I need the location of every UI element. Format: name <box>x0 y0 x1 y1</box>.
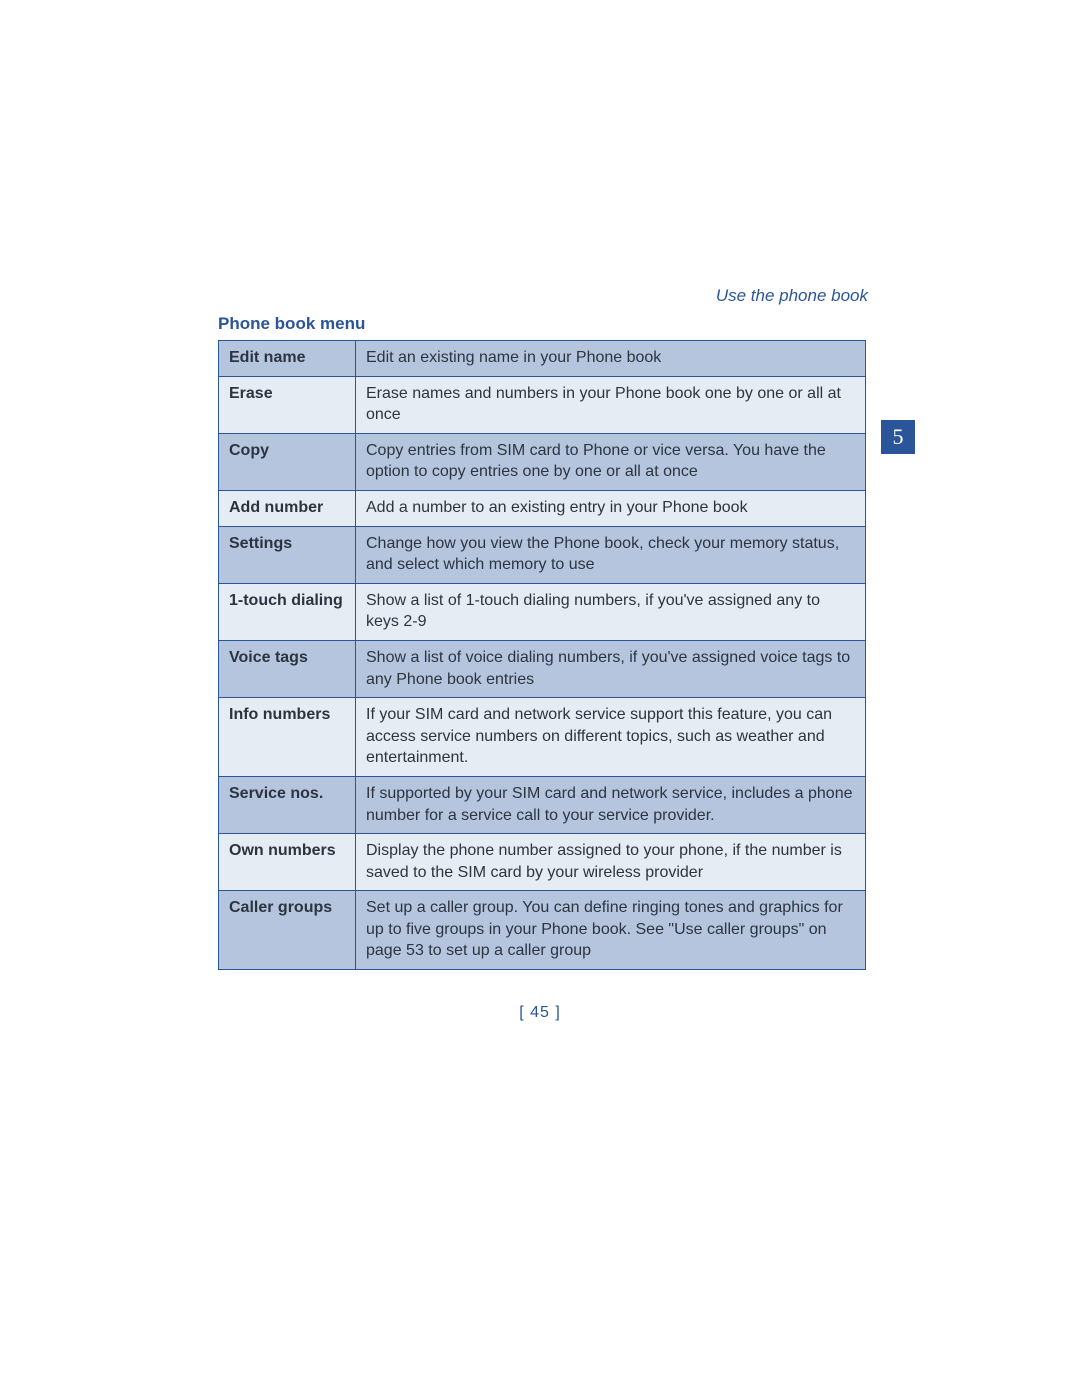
row-desc: Erase names and numbers in your Phone bo… <box>356 376 866 433</box>
phone-book-table: Edit name Edit an existing name in your … <box>218 340 866 970</box>
table-row: Voice tags Show a list of voice dialing … <box>219 640 866 697</box>
section-heading: Phone book menu <box>218 314 365 334</box>
row-desc: Show a list of voice dialing numbers, if… <box>356 640 866 697</box>
table-row: Own numbers Display the phone number ass… <box>219 834 866 891</box>
page-number: [ 45 ] <box>0 1004 1080 1022</box>
running-header: Use the phone book <box>716 286 868 306</box>
row-label: Settings <box>219 526 356 583</box>
row-label: Erase <box>219 376 356 433</box>
row-label: Copy <box>219 433 356 490</box>
row-label: Info numbers <box>219 698 356 777</box>
table-row: Edit name Edit an existing name in your … <box>219 341 866 377</box>
row-desc: Copy entries from SIM card to Phone or v… <box>356 433 866 490</box>
table-row: Service nos. If supported by your SIM ca… <box>219 776 866 833</box>
table-row: Settings Change how you view the Phone b… <box>219 526 866 583</box>
table-row: Info numbers If your SIM card and networ… <box>219 698 866 777</box>
chapter-tab: 5 <box>881 420 915 454</box>
row-desc: Change how you view the Phone book, chec… <box>356 526 866 583</box>
row-desc: Display the phone number assigned to you… <box>356 834 866 891</box>
row-desc: Edit an existing name in your Phone book <box>356 341 866 377</box>
row-label: Add number <box>219 490 356 526</box>
row-label: 1-touch dialing <box>219 583 356 640</box>
table-row: Caller groups Set up a caller group. You… <box>219 891 866 970</box>
table-row: Erase Erase names and numbers in your Ph… <box>219 376 866 433</box>
table-row: Add number Add a number to an existing e… <box>219 490 866 526</box>
row-desc: Set up a caller group. You can define ri… <box>356 891 866 970</box>
row-desc: If your SIM card and network service sup… <box>356 698 866 777</box>
row-desc: If supported by your SIM card and networ… <box>356 776 866 833</box>
row-label: Service nos. <box>219 776 356 833</box>
row-label: Voice tags <box>219 640 356 697</box>
row-label: Edit name <box>219 341 356 377</box>
row-label: Own numbers <box>219 834 356 891</box>
table-row: Copy Copy entries from SIM card to Phone… <box>219 433 866 490</box>
manual-page: Use the phone book Phone book menu 5 Edi… <box>0 0 1080 1397</box>
row-desc: Add a number to an existing entry in you… <box>356 490 866 526</box>
table-row: 1-touch dialing Show a list of 1-touch d… <box>219 583 866 640</box>
row-desc: Show a list of 1-touch dialing numbers, … <box>356 583 866 640</box>
phone-book-table-wrap: Edit name Edit an existing name in your … <box>218 340 866 970</box>
row-label: Caller groups <box>219 891 356 970</box>
